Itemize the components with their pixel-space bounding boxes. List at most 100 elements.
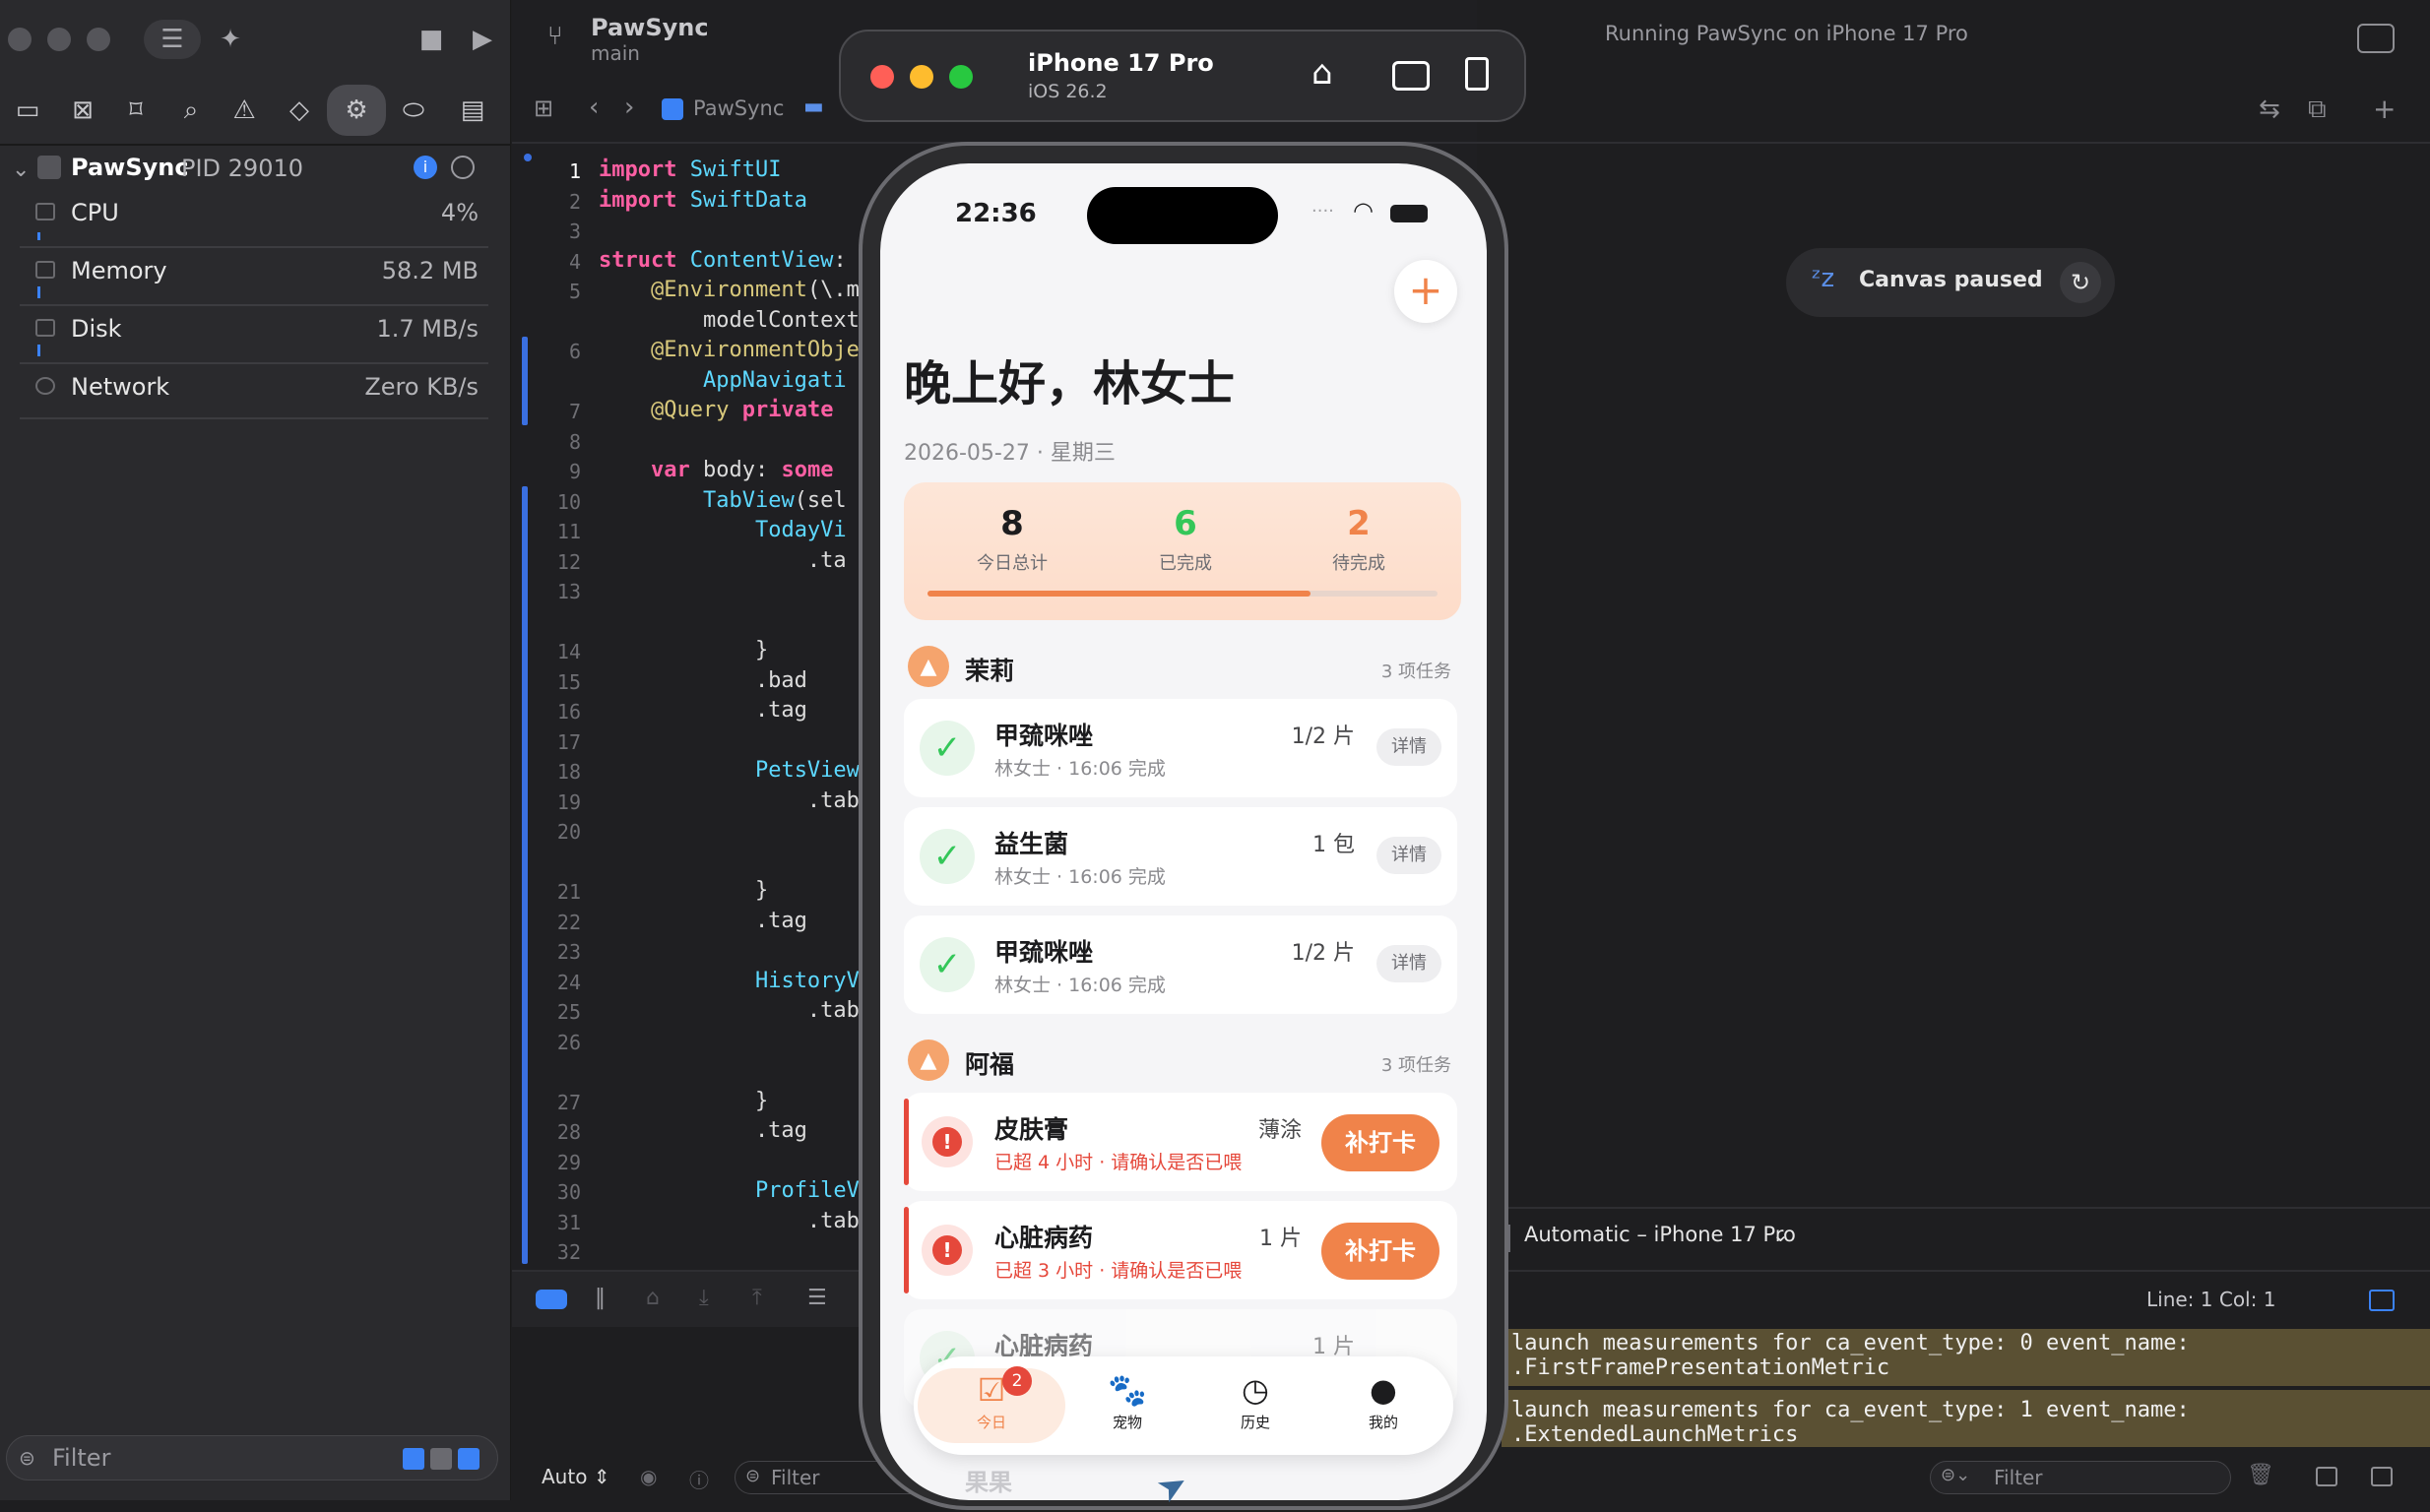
filter-option-icon[interactable] [430,1448,452,1470]
back-chevron-icon[interactable]: ‹ [589,93,599,122]
stop-icon[interactable]: ■ [412,20,451,59]
navigator-toggle-icon[interactable]: ☰ [144,20,201,59]
search-icon[interactable]: ⌕ [171,91,211,130]
home-icon[interactable]: ⌂ [1311,53,1333,93]
step-out-icon[interactable]: ⤒ [752,1286,762,1310]
gauge-cpu[interactable]: CPU 4% [0,193,492,242]
view-hierarchy-icon[interactable]: ☰ [807,1286,827,1310]
task-card[interactable]: ✓ 甲巯咪唑 林女士 · 16:06 完成 1/2 片 详情 [904,915,1457,1014]
gauge-disk[interactable]: Disk 1.7 MB/s [0,309,492,358]
disclosure-chevron-icon[interactable]: ⌄ [12,158,30,182]
left-panel-icon[interactable] [2316,1467,2337,1486]
window-close-button[interactable] [8,28,32,51]
auto-scope-selector[interactable]: Auto ⇕ [542,1465,610,1488]
warning-icon[interactable]: ⚠ [224,91,264,130]
sim-close-button[interactable] [870,65,894,89]
sim-zoom-button[interactable] [949,65,973,89]
step-over-icon[interactable]: ⌂ [646,1286,660,1310]
info-icon[interactable]: i [414,156,437,179]
window-zoom-button[interactable] [87,28,110,51]
console-filter-field[interactable]: ⊜⌄ Filter [1930,1461,2231,1494]
filter-option-icon[interactable] [403,1448,424,1470]
scheme-name[interactable]: PawSync [591,14,709,41]
detail-button[interactable]: 详情 [1376,945,1441,982]
code-line[interactable]: @Environment(\.m [599,278,860,302]
code-line[interactable]: TabView(sel [599,488,847,513]
code-line[interactable]: .tab [599,788,860,813]
inspector-toggle-icon[interactable] [2357,24,2395,53]
code-line[interactable]: .bad [599,668,807,693]
window-minimize-button[interactable] [47,28,71,51]
code-line[interactable]: } [599,878,768,903]
code-line[interactable]: @Query private [599,398,833,422]
code-line[interactable]: ProfileV [599,1178,860,1203]
code-line[interactable]: } [599,638,768,662]
sidebar-filter-field[interactable]: ⊜ Filter [6,1435,498,1480]
editor-options-icon[interactable]: ⧉ [2308,94,2327,125]
pause-icon[interactable]: ‖ [595,1286,606,1310]
grid-icon[interactable]: ⊞ [534,94,553,122]
code-line[interactable]: modelContext [599,308,860,333]
step-in-icon[interactable]: ⤓ [699,1286,709,1310]
info-circle-icon[interactable]: ⓘ [689,1465,709,1493]
sim-minimize-button[interactable] [910,65,933,89]
filter-option-icon[interactable] [458,1448,480,1470]
debug-area-toggle-icon[interactable] [2369,1290,2395,1311]
breadcrumb[interactable]: PawSync [693,96,784,120]
debug-icon[interactable]: ⚙ [327,85,386,136]
coding-assistant-icon[interactable]: ✦ [211,20,250,59]
source-control-icon[interactable]: ⊠ [63,91,102,130]
detail-button[interactable]: 详情 [1376,837,1441,874]
swap-icon[interactable]: ⇆ [2259,94,2280,124]
tab-pets[interactable]: 🐾 宠物 [1073,1368,1182,1443]
task-card-overdue[interactable]: ! 心脏病药 已超 3 小时 · 请确认是否已喂 1 片 补打卡 [904,1201,1457,1299]
code-line[interactable]: AppNavigati [599,368,847,393]
tab-history[interactable]: ◷ 历史 [1201,1368,1310,1443]
gauge-memory[interactable]: Memory 58.2 MB [0,251,492,300]
detail-button[interactable]: 详情 [1376,728,1441,766]
code-line[interactable]: .tag [599,909,807,933]
add-task-button[interactable]: + [1394,260,1457,323]
task-card[interactable]: ✓ 益生菌 林女士 · 16:06 完成 1 包 详情 [904,807,1457,906]
breakpoint-icon[interactable]: ⬭ [394,91,433,130]
checkin-button[interactable]: 补打卡 [1321,1114,1439,1171]
task-card[interactable]: ✓ 甲巯咪唑 林女士 · 16:06 完成 1/2 片 详情 [904,699,1457,797]
rotate-icon[interactable] [1465,57,1489,91]
code-line[interactable]: TodayVi [599,518,847,542]
forward-chevron-icon[interactable]: › [624,93,634,122]
report-icon[interactable]: ▤ [453,91,492,130]
memory-graph-icon[interactable] [451,156,475,179]
refresh-icon[interactable]: ↻ [2060,262,2101,303]
folder-breadcrumb-icon[interactable]: ▬ [803,94,824,119]
trash-icon[interactable]: 🗑 [2247,1463,2274,1487]
breakpoints-toggle-icon[interactable] [536,1290,567,1309]
code-line[interactable]: import SwiftUI [599,158,781,182]
screenshot-icon[interactable] [1392,61,1430,91]
add-editor-icon[interactable]: + [2373,93,2396,125]
code-line[interactable]: .tab [599,1209,860,1233]
test-icon[interactable]: ◇ [280,91,319,130]
code-line[interactable]: .tab [599,998,860,1023]
eye-icon[interactable]: ◉ [640,1465,657,1488]
code-line[interactable]: @EnvironmentObje [599,338,860,362]
code-line[interactable]: .tag [599,698,807,723]
folder-icon[interactable]: ▭ [8,91,47,130]
task-card-overdue[interactable]: ! 皮肤膏 已超 4 小时 · 请确认是否已喂 薄涂 补打卡 [904,1093,1457,1191]
code-line[interactable]: struct ContentView: [599,248,847,273]
code-line[interactable]: HistoryV [599,969,860,993]
preview-device-selector[interactable]: Automatic – iPhone 17 Pro [1524,1223,1796,1246]
code-line[interactable]: var body: some [599,458,847,482]
code-line[interactable]: PetsView [599,758,860,783]
right-panel-icon[interactable] [2371,1467,2393,1486]
tab-today[interactable]: ☑ 今日 2 [918,1366,1065,1443]
run-icon[interactable]: ▶ [463,20,502,59]
code-line[interactable]: } [599,1089,768,1113]
code-line[interactable]: .tag [599,1118,807,1143]
chevron-down-icon[interactable]: ⌄ [1772,1223,1789,1246]
gauge-network[interactable]: Network Zero KB/s [0,367,492,416]
bookmark-icon[interactable]: ⌑ [116,91,156,130]
code-line[interactable]: .ta [599,548,847,573]
tab-profile[interactable]: ● 我的 [1329,1368,1438,1443]
checkin-button[interactable]: 补打卡 [1321,1223,1439,1280]
code-line[interactable]: import SwiftData [599,188,807,213]
